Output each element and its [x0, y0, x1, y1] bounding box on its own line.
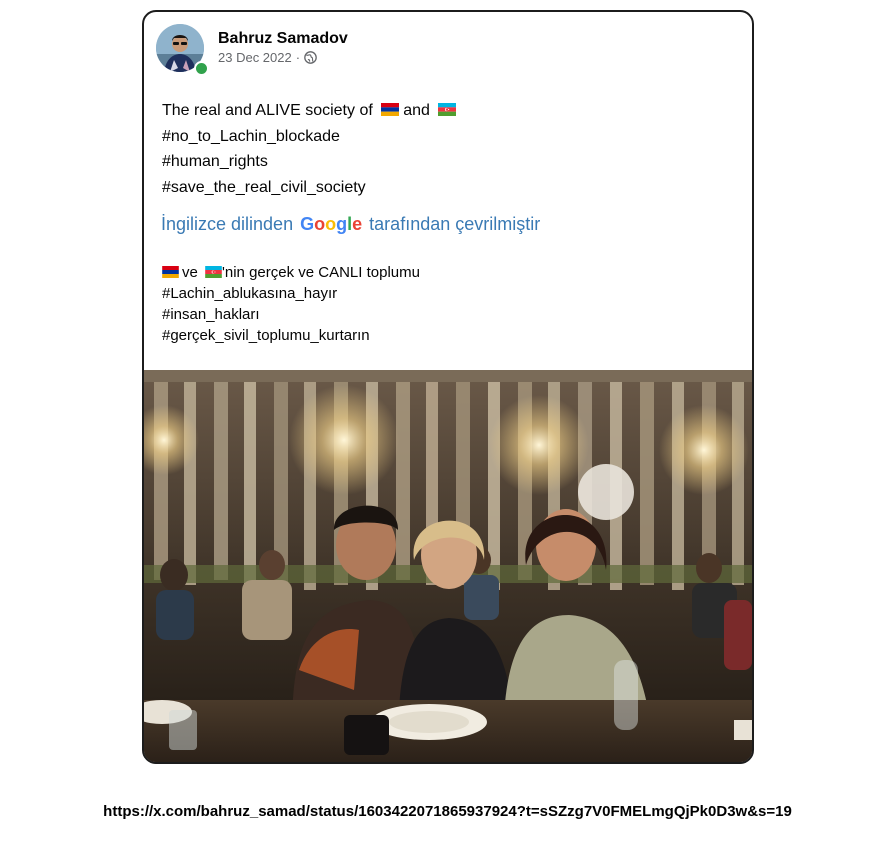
hashtag-link[interactable]: #gerçek_sivil_toplumu_kurtarın: [162, 325, 420, 346]
facebook-post-card: Bahruz Samadov 23 Dec 2022 · The real an…: [142, 10, 754, 764]
meta-separator: ·: [295, 50, 301, 65]
online-status-indicator: [194, 61, 209, 76]
post-meta: 23 Dec 2022 ·: [218, 50, 317, 65]
flag-azerbaijan-icon: [205, 266, 222, 278]
flag-armenia-icon: [381, 103, 400, 116]
post-header: Bahruz Samadov 23 Dec 2022 ·: [156, 24, 716, 80]
post-text-line-1: The real and ALIVE society of and: [162, 98, 460, 124]
post-date[interactable]: 23 Dec 2022: [218, 50, 292, 65]
post-body-text: The real and ALIVE society of and #no_to…: [162, 98, 460, 200]
flag-azerbaijan-icon: [438, 103, 457, 116]
translation-notice[interactable]: İngilizce dilinden Google tarafından çev…: [161, 214, 540, 235]
hashtag-link[interactable]: #no_to_Lachin_blockade: [162, 124, 460, 150]
post-author-name[interactable]: Bahruz Samadov: [218, 30, 348, 48]
google-logo: Google: [300, 214, 363, 234]
globe-icon[interactable]: [304, 51, 317, 64]
hashtag-link[interactable]: #human_rights: [162, 149, 460, 175]
hashtag-link[interactable]: #Lachin_ablukasına_hayır: [162, 283, 420, 304]
flag-armenia-icon: [162, 266, 179, 278]
translated-line-1: ve 'nin gerçek ve CANLI toplumu: [162, 262, 420, 283]
post-photo[interactable]: [144, 370, 752, 762]
source-url[interactable]: https://x.com/bahruz_samad/status/160342…: [0, 803, 895, 820]
hashtag-link[interactable]: #insan_hakları: [162, 304, 420, 325]
hashtag-link[interactable]: #save_the_real_civil_society: [162, 175, 460, 201]
translated-text: ve 'nin gerçek ve CANLI toplumu #Lachin_…: [162, 262, 420, 346]
